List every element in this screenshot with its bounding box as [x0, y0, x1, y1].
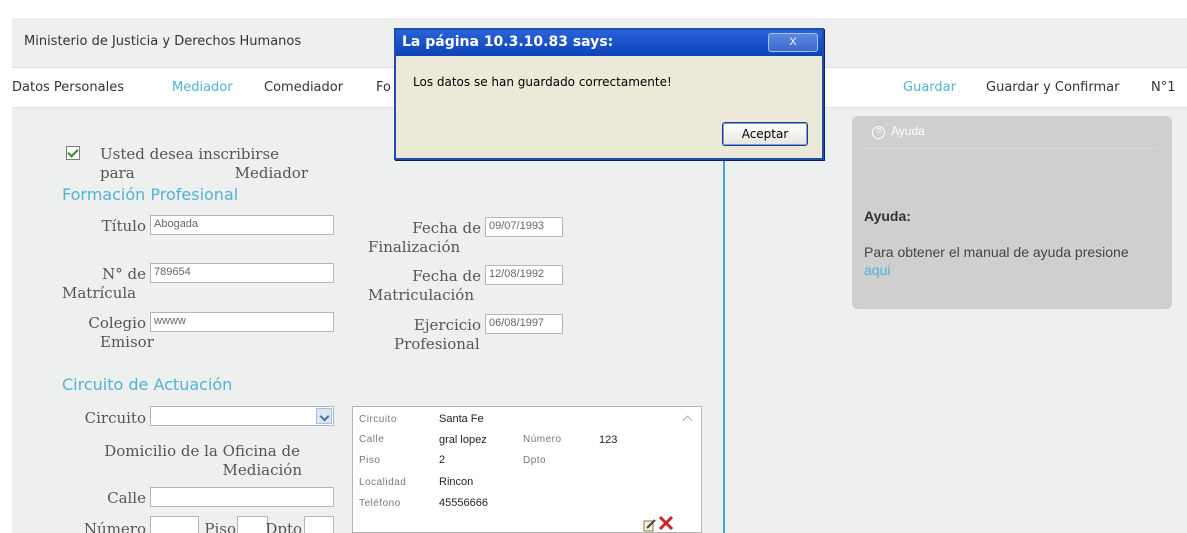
- matricula-label-line2: Matrícula: [62, 284, 137, 302]
- org-title: Ministerio de Justicia y Derechos Humano…: [24, 34, 302, 49]
- tab-comediador[interactable]: Comediador: [264, 80, 343, 95]
- help-text-body: Para obtener el manual de ayuda presione: [864, 244, 1129, 260]
- inscribirse-checkbox[interactable]: [66, 146, 80, 160]
- matricula-input[interactable]: 789654: [150, 263, 334, 283]
- addr-calle-value: gral lopez: [439, 434, 487, 446]
- calle-label: Calle: [107, 489, 146, 507]
- edit-icon[interactable]: [643, 518, 657, 532]
- addr-circuito-value: Santa Fe: [439, 413, 484, 425]
- tab-datos-personales[interactable]: Datos Personales: [12, 80, 124, 95]
- help-text: Para obtener el manual de ayuda presione…: [864, 243, 1154, 279]
- fecha-fin-label-line1: Fecha de: [412, 219, 481, 237]
- circuito-select[interactable]: [150, 406, 334, 426]
- delete-icon[interactable]: [658, 515, 674, 531]
- numero-input[interactable]: [150, 516, 199, 533]
- dpto-input[interactable]: [304, 516, 334, 533]
- addr-telefono-value: 45556666: [439, 497, 488, 509]
- circuito-title: Circuito de Actuación: [62, 375, 233, 394]
- help-title: Ayuda:: [864, 208, 911, 224]
- addr-calle-key: Calle: [359, 434, 385, 445]
- formacion-title: Formación Profesional: [62, 185, 239, 204]
- help-link[interactable]: aqui: [864, 262, 890, 278]
- fecha-mat-label-line2: Matriculación: [368, 286, 474, 304]
- matricula-label-line1: N° de: [102, 265, 146, 283]
- help-panel: ? Ayuda Ayuda: Para obtener el manual de …: [852, 116, 1172, 309]
- colegio-label-line2: Emisor: [100, 333, 154, 351]
- colegio-label-line1: Colegio: [88, 314, 146, 332]
- circuito-label: Circuito: [84, 409, 146, 427]
- numero-label: Número: [83, 520, 146, 533]
- chevron-down-icon[interactable]: [316, 408, 332, 424]
- help-divider: [866, 148, 1156, 149]
- aceptar-button[interactable]: Aceptar: [722, 122, 808, 146]
- help-header: ? Ayuda: [872, 124, 925, 139]
- domicilio-label-line2: Mediación: [222, 461, 302, 479]
- numero-tab[interactable]: N°1: [1151, 80, 1176, 95]
- addr-localidad-value: Rincon: [439, 476, 474, 488]
- addr-telefono-key: Teléfono: [359, 498, 401, 509]
- titulo-input[interactable]: Abogada: [150, 215, 334, 235]
- ejercicio-label-line1: Ejercicio: [413, 316, 481, 334]
- alert-dialog: La página 10.3.10.83 says: X Los datos s…: [394, 28, 824, 160]
- guardar-confirmar-button[interactable]: Guardar y Confirmar: [986, 80, 1119, 95]
- colegio-input[interactable]: wwww: [150, 312, 334, 332]
- close-button[interactable]: X: [768, 33, 818, 52]
- dialog-message: Los datos se han guardado correctamente!: [413, 75, 672, 89]
- ejercicio-label-line2: Profesional: [394, 335, 480, 353]
- help-header-label: Ayuda: [891, 124, 925, 138]
- address-list[interactable]: Circuito Santa Fe Calle gral lopez Númer…: [352, 406, 702, 533]
- fecha-fin-input[interactable]: 09/07/1993: [485, 217, 563, 237]
- tab-fo[interactable]: Fo: [376, 80, 391, 95]
- checkbox-label-line2: Mediador: [234, 164, 308, 182]
- dialog-titlebar[interactable]: La página 10.3.10.83 says: X: [396, 30, 822, 56]
- addr-numero-key: Número: [523, 434, 562, 445]
- dpto-label: Dpto: [265, 520, 302, 533]
- domicilio-label-line1: Domicilio de la Oficina de: [104, 442, 300, 460]
- fecha-mat-input[interactable]: 12/08/1992: [485, 265, 563, 285]
- help-icon: ?: [872, 126, 885, 139]
- fecha-mat-label-line1: Fecha de: [412, 267, 481, 285]
- tab-mediador[interactable]: Mediador: [172, 80, 233, 95]
- ejercicio-input[interactable]: 06/08/1997: [485, 314, 563, 334]
- page: Ministerio de Justicia y Derechos Humano…: [0, 0, 1187, 533]
- vertical-divider: [723, 150, 725, 533]
- dialog-title: La página 10.3.10.83 says:: [402, 34, 614, 50]
- guardar-button[interactable]: Guardar: [903, 80, 956, 95]
- scroll-up-icon[interactable]: [680, 411, 696, 427]
- titulo-label: Título: [101, 217, 146, 235]
- piso-label: Piso: [204, 520, 236, 533]
- addr-dpto-key: Dpto: [523, 455, 547, 466]
- addr-numero-value: 123: [599, 434, 618, 446]
- addr-localidad-key: Localidad: [359, 477, 407, 488]
- fecha-fin-label-line2: Finalización: [368, 238, 461, 256]
- addr-piso-value: 2: [439, 454, 446, 466]
- calle-input[interactable]: [150, 487, 334, 507]
- addr-circuito-key: Circuito: [359, 414, 397, 425]
- addr-piso-key: Piso: [359, 455, 381, 466]
